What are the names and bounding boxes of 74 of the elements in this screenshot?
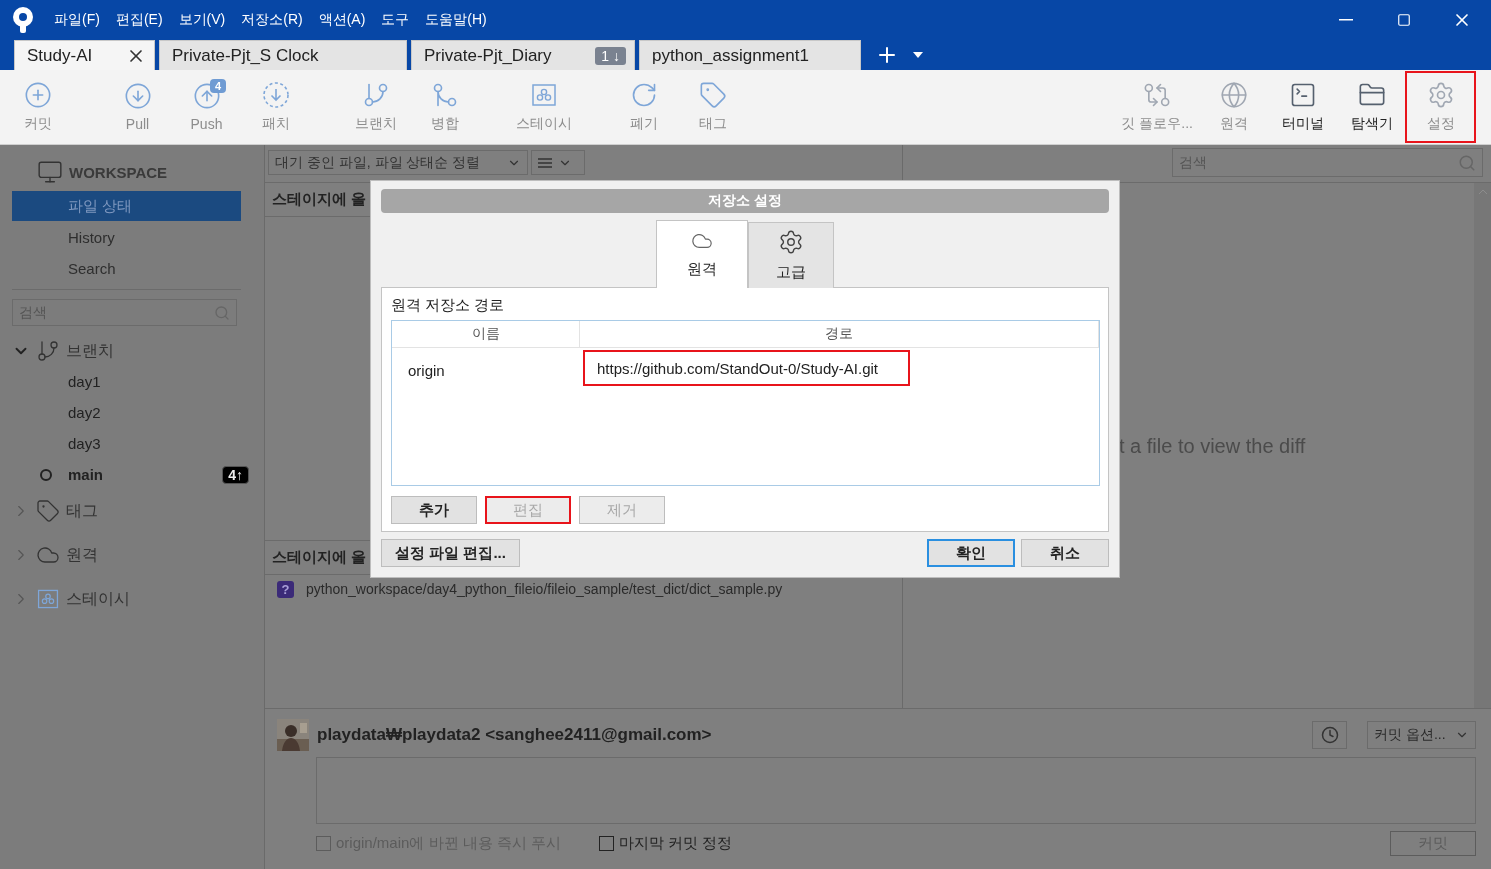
dialog-tab[interactable]: 고급 [748, 222, 834, 288]
tree-header[interactable]: 태그 [66, 500, 98, 522]
flow-icon [1143, 81, 1172, 109]
tab-label: Private-Pjt_S Clock [172, 45, 319, 66]
file-row[interactable]: ? python_workspace/day4_python_fileio/fileio_sample/test_dict/dict_sample.py [265, 575, 902, 603]
tab-label: python_assignment1 [652, 45, 809, 66]
branch-item[interactable]: day3 [12, 428, 249, 459]
settings-icon [778, 229, 804, 255]
branch-item[interactable]: day2 [12, 397, 249, 428]
box-circles-icon [529, 81, 558, 109]
tab-label: Study-AI [27, 45, 93, 66]
menu-item[interactable]: 저장소(R) [233, 11, 311, 29]
menu-item[interactable]: 파일(F) [46, 11, 108, 29]
history-button[interactable] [1312, 721, 1347, 749]
sort-dropdown[interactable]: 대기 중인 파일, 파일 상태순 정렬 [268, 150, 528, 175]
repo-tab[interactable]: Private-Pjt_Diary 1 ↓ [411, 40, 635, 70]
view-dropdown[interactable] [531, 150, 585, 175]
author-name: playdata₩playdata2 <sanghee2411@gmail.com> [317, 725, 712, 745]
list-icon [538, 157, 552, 168]
repo-tab[interactable]: python_assignment1 [639, 40, 861, 70]
tab-badge: 1 ↓ [595, 46, 626, 65]
dialog-button[interactable]: 확인 [927, 539, 1015, 567]
status-badge: ? [277, 580, 294, 598]
monitor-icon [37, 159, 63, 185]
checkbox-option[interactable]: 마지막 커밋 정정 [599, 833, 733, 853]
globe-icon [1219, 81, 1248, 109]
tree-header[interactable]: 스테이시 [66, 588, 130, 610]
tag-icon [36, 499, 60, 523]
branch-item[interactable]: main 4↑ [12, 459, 249, 490]
minimize-icon [1339, 19, 1353, 21]
tree-header[interactable]: 원격 [66, 544, 98, 566]
workspace-title: WORKSPACE [69, 163, 168, 181]
tag-icon [698, 81, 727, 109]
column-header[interactable]: 이름 [392, 321, 580, 347]
dialog-button[interactable]: 추가 [391, 496, 477, 524]
branch-icon [36, 339, 60, 363]
sidebar-item[interactable]: Search [12, 253, 241, 283]
dialog-tab[interactable]: 원격 [656, 220, 748, 288]
branch-item[interactable]: day1 [12, 366, 249, 397]
tab-label: Private-Pjt_Diary [424, 45, 552, 66]
scrollbar[interactable] [1474, 183, 1491, 708]
count-badge: 4 [210, 79, 227, 93]
arrow-down-circle-icon [123, 82, 152, 110]
clock-icon [1320, 726, 1339, 744]
dialog-title: 저장소 설정 [381, 189, 1109, 213]
menu-item[interactable]: 도구 [373, 11, 418, 29]
ahead-badge: 4↑ [222, 465, 249, 484]
file-path: python_workspace/day4_python_fileio/fileio_sample/test_dict/dict_sample.py [306, 581, 783, 597]
plus-circle-icon [23, 81, 52, 109]
menu-item[interactable]: 편집(E) [107, 11, 171, 29]
logo-icon [12, 7, 34, 33]
edit-config-button[interactable]: 설정 파일 편집... [381, 539, 520, 567]
menu-item[interactable]: 액션(A) [310, 11, 374, 29]
box-circles-icon [36, 587, 60, 611]
commit-options-dropdown[interactable]: 커밋 옵션... [1367, 721, 1476, 749]
search-icon [1458, 153, 1476, 172]
menu-item[interactable]: 도움말(H) [417, 11, 495, 29]
arrow-up-circle-icon [192, 82, 221, 110]
table-cell-text: origin [407, 360, 446, 381]
table-cell: https://github.com/StandOut-0/Study-AI.git [583, 350, 910, 386]
sidebar-item[interactable]: 파일 상태 [12, 191, 241, 221]
current-branch-icon [40, 468, 52, 481]
caret-icon [913, 52, 923, 58]
section-title: 원격 저장소 경로 [391, 296, 506, 315]
maximize-icon [1397, 13, 1411, 27]
repo-tab[interactable]: Study-AI [14, 40, 155, 70]
toolbar-button[interactable]: 터미널 [1268, 72, 1337, 142]
repo-tab[interactable]: Private-Pjt_S Clock [159, 40, 407, 70]
toolbar-button[interactable]: 탐색기 [1337, 72, 1406, 142]
dialog-button[interactable]: 취소 [1021, 539, 1109, 567]
sidebar-item[interactable]: History [12, 222, 241, 252]
tree-header[interactable]: 브랜치 [66, 340, 114, 362]
menu-item[interactable]: 보기(V) [170, 11, 234, 29]
column-header[interactable]: 경로 [580, 321, 1099, 347]
